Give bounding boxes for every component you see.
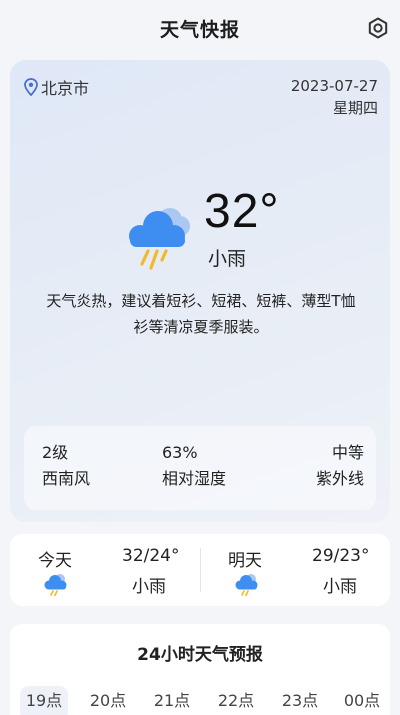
wind-stat: 2级 西南风 [42, 440, 90, 492]
weather-stats-panel: 2级 西南风 63% 相对湿度 中等 紫外线 [24, 426, 376, 510]
forecast-condition-today: 小雨 [132, 577, 166, 597]
city-name: 北京市 [41, 79, 90, 98]
forecast-day-tomorrow: 明天 [228, 551, 262, 571]
wind-direction: 西南风 [42, 469, 91, 488]
wind-level: 2级 [42, 443, 69, 462]
app-header: 天气快报 [0, 0, 400, 56]
forecast-range-tomorrow: 29/23° [312, 546, 370, 566]
forecast-condition-tomorrow: 小雨 [323, 577, 357, 597]
hour-tab[interactable]: 19点 [20, 686, 68, 715]
location-pin-icon [24, 78, 38, 96]
cloud-rain-icon [44, 574, 67, 596]
current-date: 2023-07-27 [290, 77, 378, 95]
current-temperature: 32° [204, 185, 280, 238]
hour-tab[interactable]: 22点 [212, 686, 260, 715]
hourly-title: 24小时天气预报 [137, 645, 263, 665]
uv-stat: 中等 紫外线 [316, 440, 364, 492]
humidity-label: 相对湿度 [162, 469, 227, 488]
cloud-rain-icon [235, 574, 258, 596]
settings-button[interactable] [364, 14, 392, 42]
uv-label: 紫外线 [315, 469, 364, 488]
hour-tab[interactable]: 21点 [148, 686, 196, 715]
forecast-range-today: 32/24° [122, 546, 180, 566]
current-weekday: 星期四 [332, 99, 378, 117]
hour-tab[interactable]: 00点 [338, 686, 386, 715]
uv-value: 中等 [331, 443, 364, 462]
hour-tab[interactable]: 20点 [84, 686, 132, 715]
humidity-stat: 63% 相对湿度 [162, 440, 226, 492]
cloud-rain-icon [129, 208, 190, 270]
date-block: 2023-07-27 星期四 [291, 75, 378, 119]
hour-tab[interactable]: 23点 [276, 686, 324, 715]
settings-gear-icon [368, 17, 388, 39]
hourly-forecast-card: 24小时天气预报 19点 20点 21点 22点 23点 00点 [10, 624, 390, 715]
clothing-advice: 天气炎热，建议着短衫、短裙、短裤、薄型T恤衫等清凉夏季服装。 [46, 292, 356, 336]
location[interactable]: 北京市 [24, 75, 89, 99]
humidity-value: 63% [162, 443, 198, 462]
page-title: 天气快报 [159, 18, 240, 41]
forecast-day-today: 今天 [38, 551, 72, 571]
daily-forecast-card[interactable]: 今天 32/24° 小雨 明天 29/23° 小雨 [10, 534, 390, 606]
forecast-divider [200, 548, 201, 592]
current-weather-card: 北京市 2023-07-27 星期四 32° 小雨 天气炎热，建议着短衫、短裙、… [10, 60, 390, 522]
current-condition: 小雨 [208, 248, 247, 270]
